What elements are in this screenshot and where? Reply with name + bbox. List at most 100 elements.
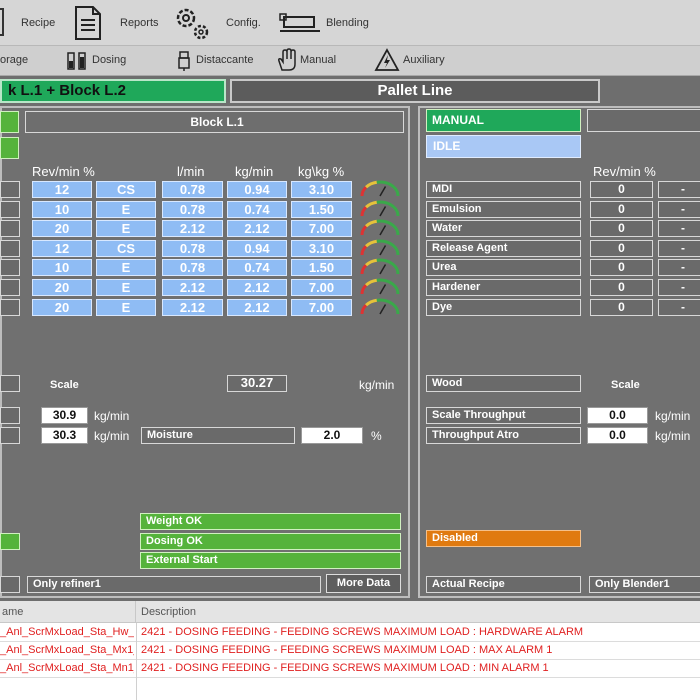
rev-value[interactable]: 10 [32, 200, 92, 218]
more-data-button[interactable]: More Data [326, 574, 401, 593]
submenu-storage[interactable]: orage [0, 54, 28, 66]
component-label: Hardener [426, 279, 581, 296]
component-label: Urea [426, 259, 581, 277]
lmin-value: 2.12 [162, 220, 223, 238]
panel-title: Block L.1 [25, 111, 404, 133]
component-dash-value: - [658, 279, 700, 296]
kgmin-value: 2.12 [227, 220, 287, 238]
only-refiner-label: Only refiner1 [27, 576, 321, 593]
weight-ok-indicator: Weight OK [140, 513, 401, 530]
throughput-atro-value: 0.0 [587, 427, 648, 444]
dosing-row-edge [0, 259, 20, 277]
rev-value[interactable]: 12 [32, 181, 92, 198]
release-agent-icon[interactable] [176, 50, 192, 77]
kgkg-value: 1.50 [291, 259, 352, 277]
col-header-kgmin: kg/min [235, 164, 274, 179]
moisture-unit: % [371, 429, 382, 443]
moisture-value: 2.0 [301, 427, 363, 444]
document-icon[interactable] [72, 5, 104, 46]
tab-pallet-line[interactable]: Pallet Line [230, 79, 600, 103]
alarm-col-desc[interactable]: Description [136, 601, 700, 623]
alarm-table: ame Description _Anl_ScrMxLoad_Sta_Hw_Al… [0, 601, 700, 700]
dosing-icon[interactable] [66, 51, 88, 76]
dosing-row-edge [0, 279, 20, 296]
rev-value[interactable]: 12 [32, 239, 92, 257]
gears-icon[interactable] [172, 4, 212, 47]
menu-blending[interactable]: Blending [326, 17, 369, 29]
lmin-value: 0.78 [162, 181, 223, 198]
alarm-row[interactable]: _Anl_ScrMxLoad_Sta_Mn1_... 2421 - DOSING … [0, 660, 700, 678]
main-menu: Recipe Reports Config. Blending [0, 0, 700, 46]
mode-value[interactable]: E [96, 200, 156, 218]
mode-value[interactable]: E [96, 279, 156, 296]
kgmin-value: 0.74 [227, 200, 287, 218]
status-indicator-2 [0, 137, 19, 159]
alarm-col-name[interactable]: ame [0, 601, 136, 623]
menu-config[interactable]: Config. [226, 17, 261, 29]
mode-value[interactable]: E [96, 259, 156, 277]
col-header-kgkg: kg\kg % [298, 164, 345, 179]
blender-icon[interactable] [278, 12, 322, 39]
alarm-description: 2421 - DOSING FEEDING - FEEDING SCREWS M… [141, 626, 584, 638]
disabled-indicator: Disabled [426, 530, 581, 547]
flow1-value: 30.9 [41, 407, 88, 424]
component-dash-value: - [658, 220, 700, 238]
gauge-icon [358, 298, 402, 321]
dosing-row-edge [0, 220, 20, 238]
lightning-warning-icon[interactable] [374, 48, 400, 77]
component-rev-value: 0 [590, 259, 653, 277]
lmin-value: 0.78 [162, 259, 223, 277]
lmin-value: 0.78 [162, 239, 223, 257]
throughput-atro-label: Throughput Atro [426, 427, 581, 444]
alarm-description: 2421 - DOSING FEEDING - FEEDING SCREWS M… [141, 644, 553, 656]
scale-unit: kg/min [359, 378, 395, 392]
kgmin-value: 0.74 [227, 259, 287, 277]
menu-recipe[interactable]: Recipe [21, 17, 55, 29]
kgmin-value: 0.94 [227, 181, 287, 198]
flow1-unit: kg/min [94, 409, 130, 423]
mode-value[interactable]: CS [96, 181, 156, 198]
component-label: Release Agent [426, 239, 581, 257]
scale-throughput-label: Scale Throughput [426, 407, 581, 424]
scale-label: Scale [50, 379, 79, 391]
status-indicator-1 [0, 111, 19, 133]
kgkg-value: 7.00 [291, 279, 352, 296]
menu-left-edge-icon[interactable] [0, 8, 4, 36]
flow2-unit: kg/min [94, 429, 130, 443]
status-edge-indicator [0, 533, 20, 550]
flow2-edge-box [0, 427, 20, 444]
dosing-row-edge [0, 298, 20, 316]
scale-edge-box [0, 375, 20, 392]
kgmin-value: 0.94 [227, 239, 287, 257]
rev-value[interactable]: 20 [32, 279, 92, 296]
submenu-distaccante[interactable]: Distaccante [196, 54, 253, 66]
rev-value[interactable]: 20 [32, 220, 92, 238]
kgkg-value: 3.10 [291, 181, 352, 198]
moisture-label: Moisture [141, 427, 295, 444]
rev-value[interactable]: 10 [32, 259, 92, 277]
col-header-rev: Rev/min % [32, 164, 95, 179]
component-dash-value: - [658, 181, 700, 198]
alarm-row[interactable]: _Anl_ScrMxLoad_Sta_Hw_Al... 2421 - DOSING… [0, 624, 700, 642]
dosing-row-edge [0, 239, 20, 257]
submenu-manual[interactable]: Manual [300, 54, 336, 66]
mode-value[interactable]: E [96, 298, 156, 316]
alarm-col-desc-label: Description [141, 606, 197, 618]
alarm-name: _Anl_ScrMxLoad_Sta_Mn1_... [0, 662, 134, 674]
tab-block-line[interactable]: k L.1 + Block L.2 [0, 79, 226, 103]
rev-value[interactable]: 20 [32, 298, 92, 316]
component-rev-value: 0 [590, 200, 653, 218]
hand-icon[interactable] [276, 48, 298, 77]
flow2-value: 30.3 [41, 427, 88, 444]
alarm-row[interactable]: _Anl_ScrMxLoad_Sta_Mx1_... 2421 - DOSING … [0, 642, 700, 660]
external-start-indicator: External Start [140, 552, 401, 569]
submenu-dosing[interactable]: Dosing [92, 54, 126, 66]
menu-reports[interactable]: Reports [120, 17, 159, 29]
submenu-auxiliary[interactable]: Auxiliary [403, 54, 445, 66]
mode-value[interactable]: CS [96, 239, 156, 257]
component-label: Dye [426, 298, 581, 316]
mode-value[interactable]: E [96, 220, 156, 238]
alarm-col-name-label: ame [2, 606, 24, 618]
mode-edge-box [587, 109, 700, 132]
scale-value: 30.27 [227, 375, 287, 392]
